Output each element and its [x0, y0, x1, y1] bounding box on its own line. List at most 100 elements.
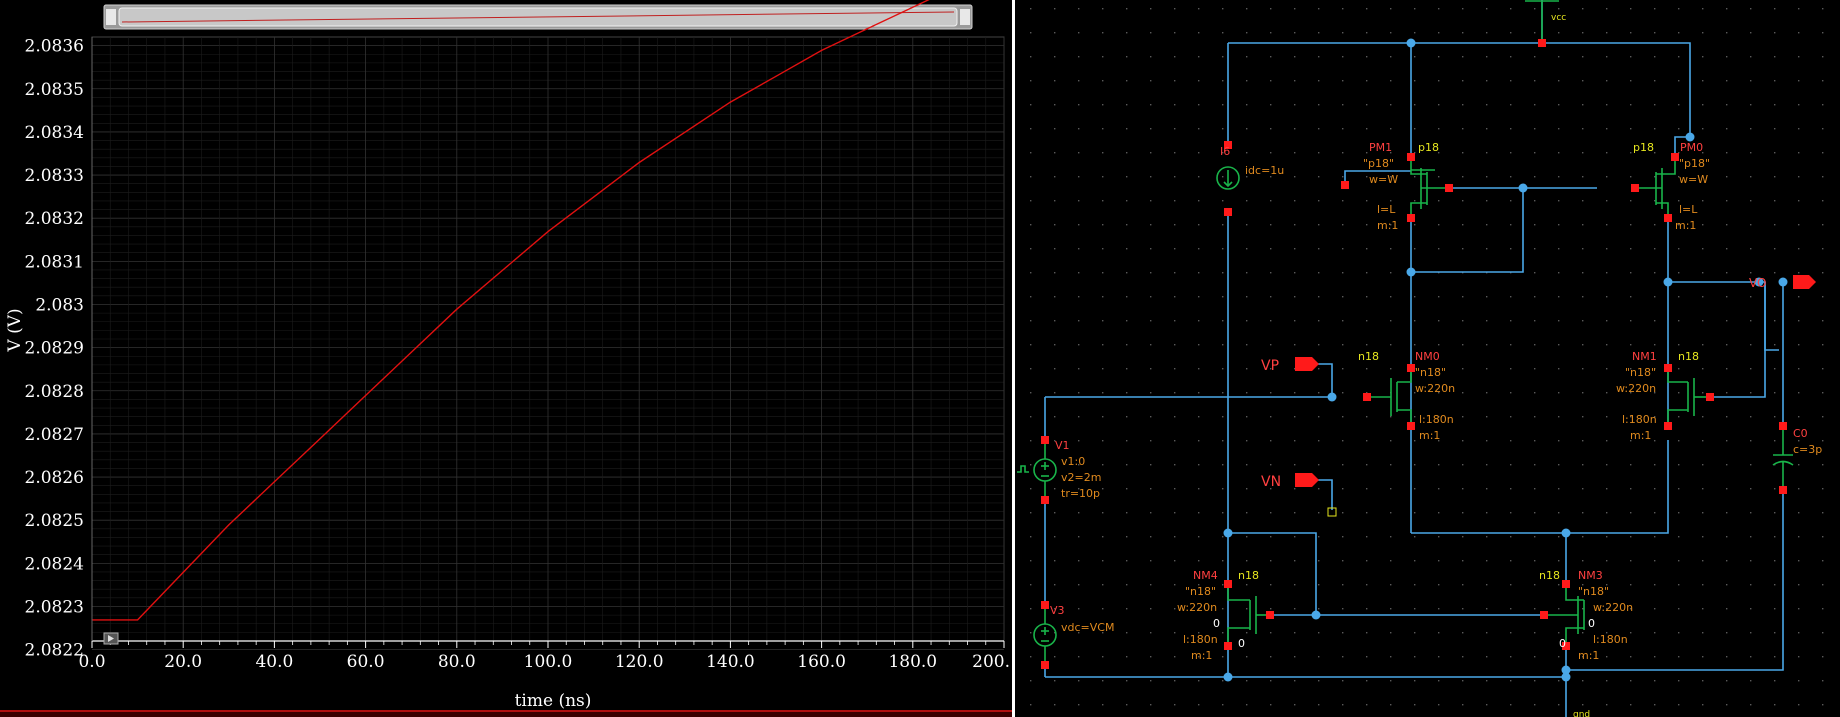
grid-dot: [1342, 152, 1344, 154]
grid-dot: [1462, 704, 1464, 706]
pin[interactable]: [1224, 580, 1232, 588]
pin[interactable]: [1363, 393, 1371, 401]
grid-dot: [1246, 104, 1248, 106]
grid-dot: [1198, 368, 1200, 370]
grid-dot: [1774, 320, 1776, 322]
grid-dot: [1654, 512, 1656, 514]
grid-dot: [1798, 536, 1800, 538]
grid-dot: [1678, 200, 1680, 202]
capacitor-c0: [1772, 426, 1794, 490]
grid-dot: [1558, 272, 1560, 274]
grid-dot: [1078, 416, 1080, 418]
pin[interactable]: [1445, 184, 1453, 192]
grid-dot: [1342, 272, 1344, 274]
pin[interactable]: [1538, 39, 1546, 47]
pin[interactable]: [1041, 496, 1049, 504]
pin[interactable]: [1631, 184, 1639, 192]
pin[interactable]: [1266, 611, 1274, 619]
grid-dot: [1774, 128, 1776, 130]
grid-dot: [1750, 656, 1752, 658]
grid-dot: [1462, 512, 1464, 514]
pin[interactable]: [1041, 661, 1049, 669]
grid-dot: [1654, 128, 1656, 130]
grid-dot: [1822, 416, 1824, 418]
grid-dot: [1150, 296, 1152, 298]
pin[interactable]: [1407, 214, 1415, 222]
grid-dot: [1078, 272, 1080, 274]
grid-dot: [1534, 656, 1536, 658]
pin[interactable]: [1664, 422, 1672, 430]
grid-dot: [1222, 656, 1224, 658]
gnd-label: gnd: [1573, 710, 1590, 717]
grid-dot: [1702, 368, 1704, 370]
zoom-bar-right-handle[interactable]: [960, 9, 970, 25]
pin[interactable]: [1407, 364, 1415, 372]
grid-dot: [1558, 584, 1560, 586]
pin[interactable]: [1407, 153, 1415, 161]
grid-dot: [1198, 560, 1200, 562]
grid-dot: [1270, 512, 1272, 514]
play-icon[interactable]: [103, 632, 119, 645]
grid-dot: [1294, 200, 1296, 202]
grid-dot: [1750, 704, 1752, 706]
grid-dot: [1654, 632, 1656, 634]
grid-dot: [1246, 440, 1248, 442]
grid-dot: [1150, 80, 1152, 82]
grid-dot: [1750, 152, 1752, 154]
pin[interactable]: [1041, 601, 1049, 609]
grid-dot: [1222, 248, 1224, 250]
pin[interactable]: [1562, 580, 1570, 588]
pin[interactable]: [1664, 364, 1672, 372]
grid-dot: [1606, 80, 1608, 82]
nm4-model: n18: [1238, 569, 1259, 582]
grid-dot: [1078, 8, 1080, 10]
zoom-bar[interactable]: [103, 4, 973, 30]
grid-dot: [1558, 200, 1560, 202]
port-vout[interactable]: [1793, 275, 1816, 289]
grid-dot: [1078, 248, 1080, 250]
pin[interactable]: [1706, 393, 1714, 401]
schematic-canvas[interactable]: vcc gnd I6 idc=1u PM1 p18 "p18" w=W l=L …: [1015, 0, 1840, 717]
grid-dot: [1726, 584, 1728, 586]
grid-dot: [1726, 152, 1728, 154]
grid-dot: [1582, 128, 1584, 130]
pin[interactable]: [1779, 422, 1787, 430]
zoom-bar-left-handle[interactable]: [106, 9, 116, 25]
grid-dot: [1198, 296, 1200, 298]
grid-dot: [1582, 608, 1584, 610]
v3-param: vdc=VCM: [1061, 621, 1114, 634]
pin[interactable]: [1341, 181, 1349, 189]
grid-dot: [1654, 176, 1656, 178]
grid-dot: [1702, 56, 1704, 58]
grid-dot: [1438, 608, 1440, 610]
pin[interactable]: [1407, 422, 1415, 430]
grid-dot: [1246, 368, 1248, 370]
grid-dot: [1198, 8, 1200, 10]
grid-dot: [1798, 632, 1800, 634]
pin[interactable]: [1540, 611, 1548, 619]
pin[interactable]: [1779, 486, 1787, 494]
junction-dot: [1406, 267, 1416, 277]
grid-dot: [1342, 536, 1344, 538]
c0-param: c=3p: [1793, 443, 1822, 456]
grid-dot: [1630, 56, 1632, 58]
grid-dot: [1246, 632, 1248, 634]
pin[interactable]: [1224, 208, 1232, 216]
schematic-editor[interactable]: vcc gnd I6 idc=1u PM1 p18 "p18" w=W l=L …: [1015, 0, 1840, 717]
grid-dot: [1510, 464, 1512, 466]
pin[interactable]: [1041, 436, 1049, 444]
grid-dot: [1510, 296, 1512, 298]
grid-dot: [1054, 704, 1056, 706]
grid-dot: [1318, 272, 1320, 274]
grid-dot: [1174, 320, 1176, 322]
pin[interactable]: [1671, 153, 1679, 161]
grid-dot: [1462, 224, 1464, 226]
grid-dot: [1606, 656, 1608, 658]
grid-dot: [1486, 80, 1488, 82]
pin[interactable]: [1664, 214, 1672, 222]
grid-dot: [1510, 440, 1512, 442]
grid-dot: [1774, 176, 1776, 178]
pin[interactable]: [1224, 642, 1232, 650]
grid-dot: [1198, 56, 1200, 58]
port-vp[interactable]: [1295, 357, 1319, 371]
